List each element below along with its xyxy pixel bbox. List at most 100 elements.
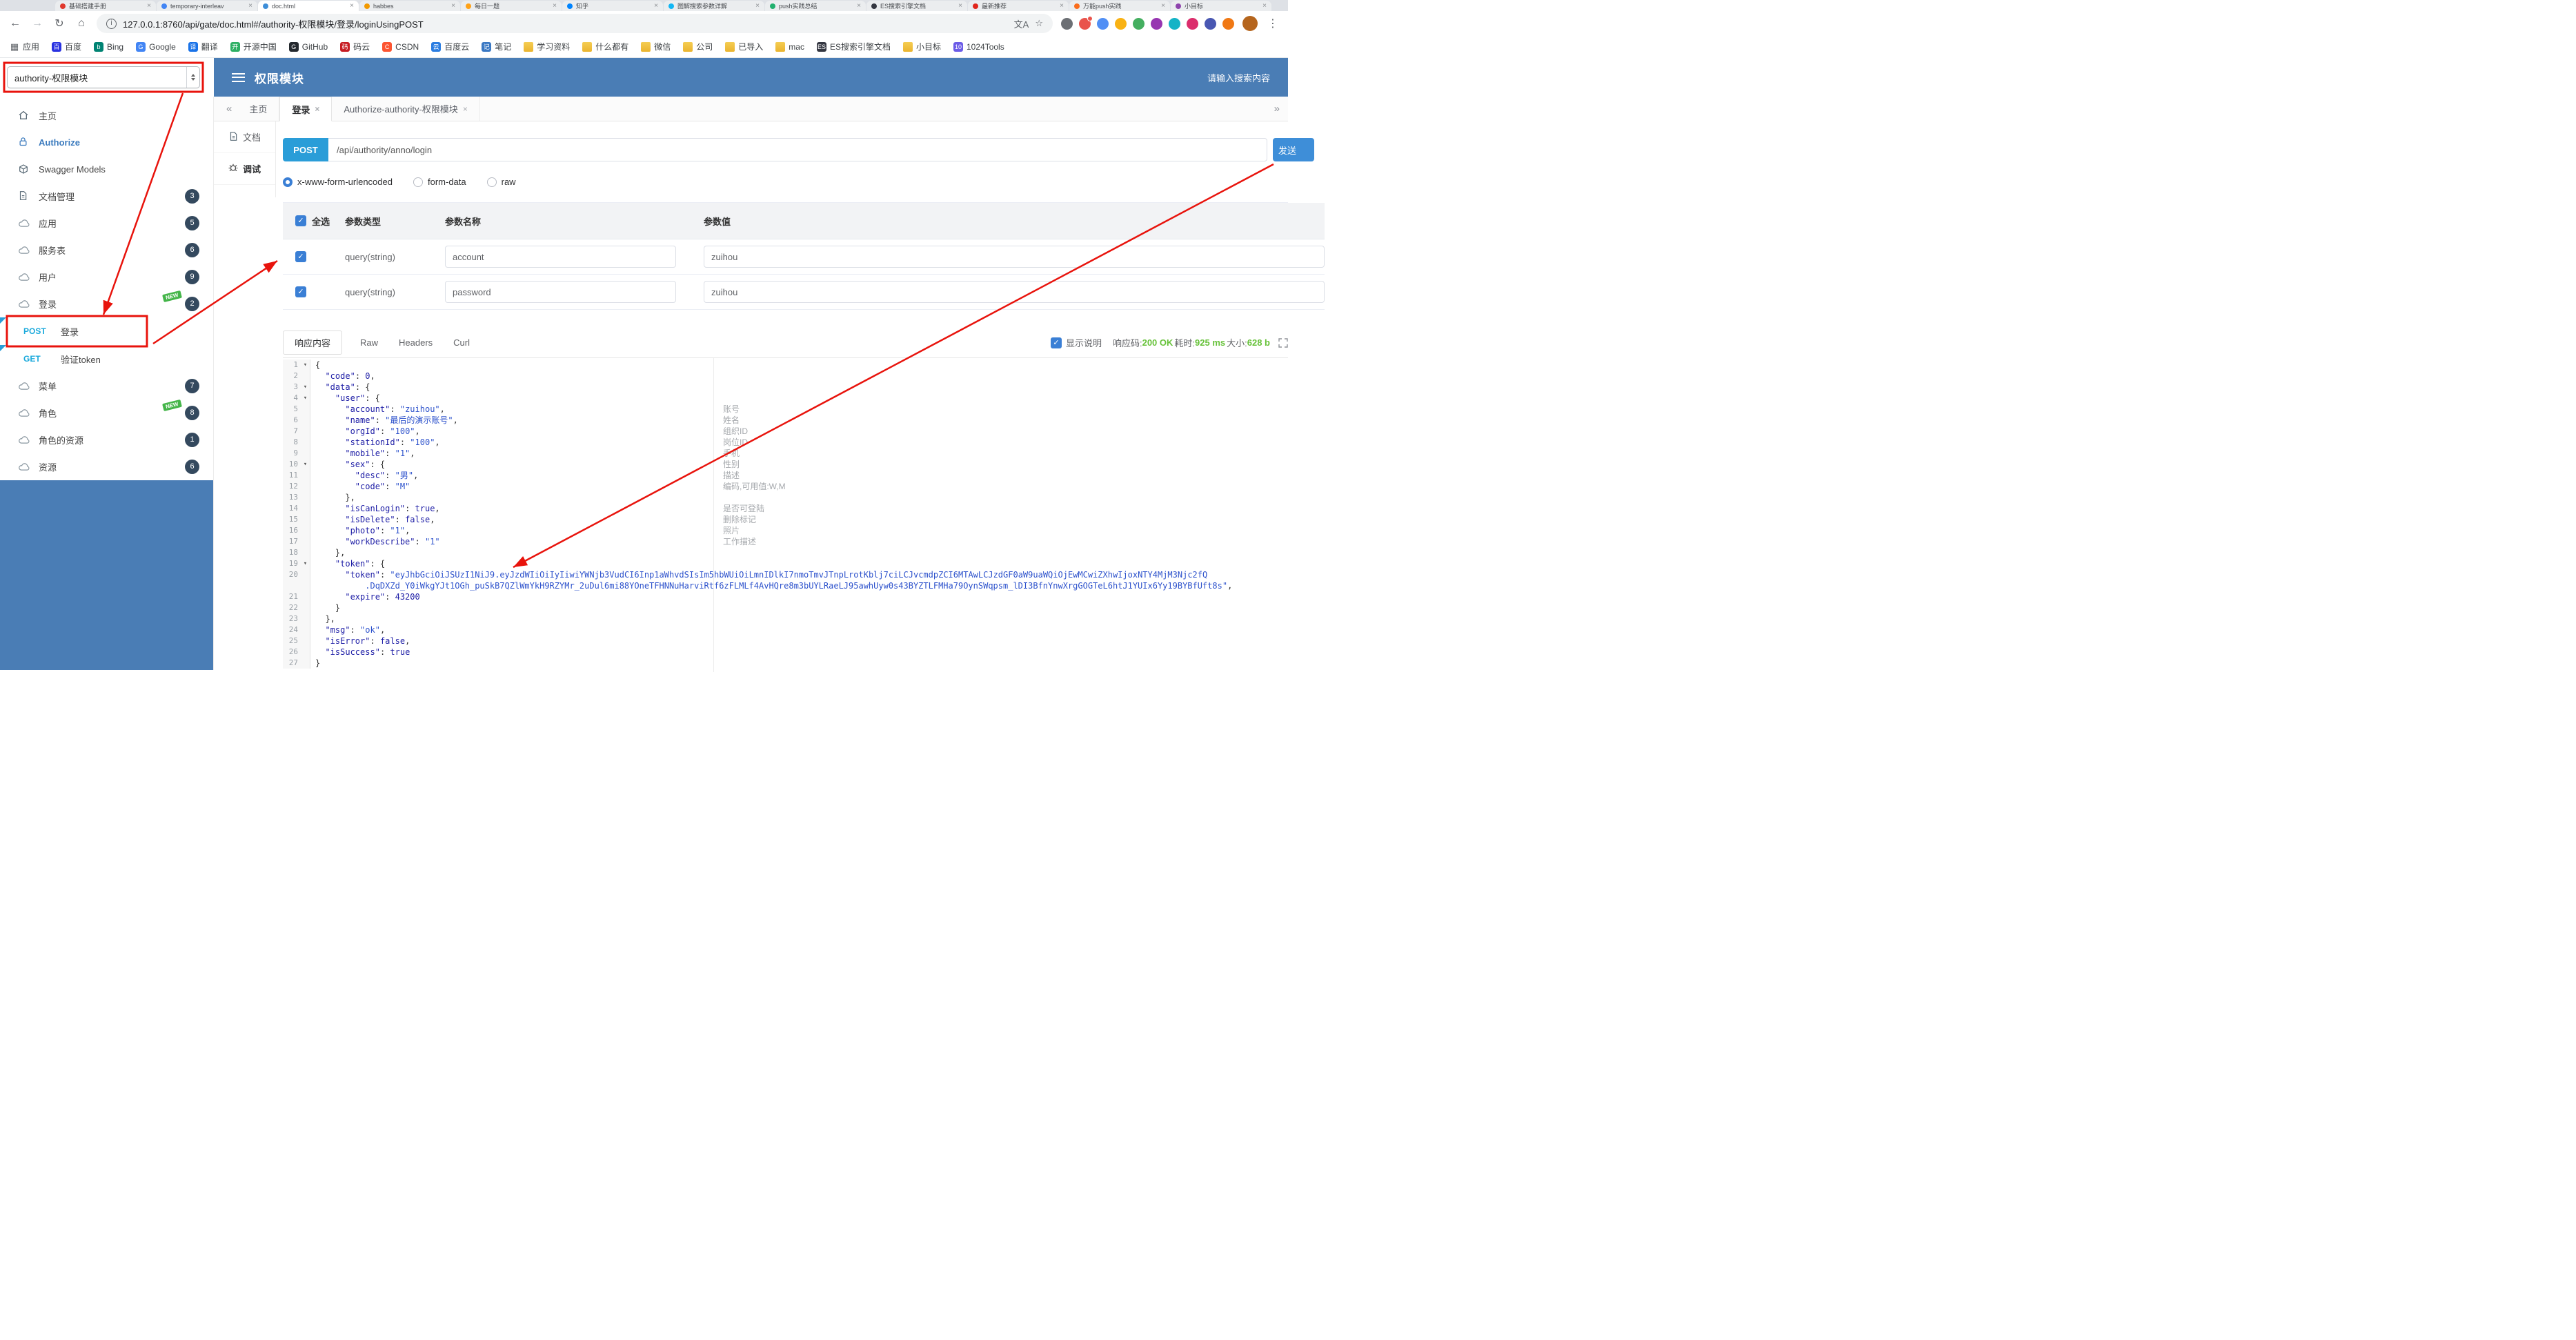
browser-tab[interactable]: 图解搜索参数详解 × [664,1,764,11]
row-checkbox[interactable]: ✓ [295,251,306,262]
tab-close-icon[interactable]: × [350,2,354,10]
sidebar-item-用户[interactable]: 用户 9 [0,264,213,290]
main-tab-主页[interactable]: 主页 [237,97,280,121]
bookmark-item[interactable]: 云百度云 [431,41,469,52]
content-type-radio-x-www-form-urlencoded[interactable]: x-www-form-urlencoded [283,177,393,187]
bookmark-star-icon[interactable]: ☆ [1035,18,1043,29]
fold-icon[interactable]: ▾ [301,393,310,404]
sidebar-item-Authorize[interactable]: Authorize [0,129,213,156]
extension-icon[interactable] [1061,17,1073,30]
browser-tab[interactable]: doc.html × [258,1,359,11]
tab-close-icon[interactable]: × [553,2,557,10]
bookmark-item[interactable]: 记笔记 [482,41,511,52]
extension-icon[interactable] [1133,17,1145,30]
fold-icon[interactable]: ▾ [301,459,310,470]
response-code-editor[interactable]: 1 ▾{2 "code": 0, 3 ▾ "data": {4 ▾ "user": {5… [283,357,1288,672]
row-checkbox[interactable]: ✓ [295,286,306,297]
bookmark-item[interactable]: ▦ 应用 [10,41,39,52]
sidebar-item-角色[interactable]: 角色 NEW 8 [0,399,213,426]
header-search-input[interactable]: 请输入搜索内容 [1207,71,1270,84]
response-tab-响应内容[interactable]: 响应内容 [283,331,343,355]
fold-icon[interactable]: ▾ [301,558,310,569]
browser-tab[interactable]: push实践总结 × [765,1,866,11]
main-tab-登录[interactable]: 登录 × [279,97,333,121]
sidebar-item-菜单[interactable]: 菜单 7 [0,373,213,400]
request-url-box[interactable]: /api/authority/anno/login [328,138,1267,161]
doc-tab-文档[interactable]: 文档 [214,121,275,153]
extension-icon[interactable] [1205,17,1216,30]
bookmark-item[interactable]: b Bing [94,41,123,52]
extension-icon[interactable] [1115,17,1127,30]
tab-close-icon[interactable]: × [315,104,319,114]
bookmark-item[interactable]: 百百度 [52,41,81,52]
param-name-input[interactable] [445,246,676,268]
response-tab-Curl[interactable]: Curl [453,333,470,353]
extension-icon[interactable] [1169,17,1180,30]
bookmark-item[interactable]: mac [775,41,804,52]
site-info-icon[interactable]: i [106,18,117,29]
tab-close-icon[interactable]: × [451,2,455,10]
select-all-checkbox[interactable]: ✓ [295,215,306,226]
content-type-radio-raw[interactable]: raw [486,177,516,187]
fold-icon[interactable]: ▾ [301,359,310,371]
sidebar-item-主页[interactable]: 主页 [0,102,213,129]
browser-tab[interactable]: 万能push实践 × [1069,1,1170,11]
browser-tab[interactable]: 知乎 × [562,1,663,11]
bookmark-item[interactable]: 码码云 [340,41,370,52]
tab-close-icon[interactable]: × [147,2,151,10]
project-select[interactable]: authority-权限模块 [7,66,200,88]
send-button[interactable]: 发送 [1273,138,1314,161]
url-bar[interactable]: i 127.0.0.1:8760/api/gate/doc.html#/auth… [97,14,1053,33]
bookmark-item[interactable]: G Google [136,41,176,52]
bookmark-item[interactable]: 公司 [683,41,713,52]
tab-close-icon[interactable]: × [463,104,468,114]
bookmark-item[interactable]: 已导入 [725,41,763,52]
sidebar-item-服务表[interactable]: 服务表 6 [0,237,213,264]
browser-tab[interactable]: 基础搭建手册 × [55,1,156,11]
tab-close-icon[interactable]: × [857,2,861,10]
content-type-radio-form-data[interactable]: form-data [413,177,466,187]
sidebar-api-get-验证token[interactable]: GET 验证token [0,345,213,373]
hamburger-icon[interactable] [232,72,245,82]
sidebar-item-文档管理[interactable]: 文档管理 3 [0,183,213,210]
sidebar-item-资源[interactable]: 资源 6 [0,453,213,480]
browser-tab[interactable]: ES搜索引擎文档 × [866,1,967,11]
sidebar-item-Swagger Models[interactable]: Swagger Models [0,156,213,183]
sidebar-item-登录[interactable]: 登录 NEW 2 [0,290,213,317]
response-tab-Headers[interactable]: Headers [399,333,433,353]
sidebar-item-应用[interactable]: 应用 5 [0,210,213,237]
extension-icon[interactable] [1079,15,1093,30]
back-icon[interactable]: ← [8,17,22,30]
main-tab-Authorize-authority-权限模块[interactable]: Authorize-authority-权限模块 × [332,97,480,121]
show-desc-checkbox[interactable]: ✓ [1050,337,1062,348]
param-value-input[interactable] [704,281,1325,303]
bookmark-item[interactable]: 学习资料 [524,41,570,52]
bookmark-item[interactable]: 什么都有 [582,41,628,52]
bookmark-item[interactable]: 小目标 [902,41,941,52]
param-value-input[interactable] [704,246,1325,268]
fullscreen-icon[interactable] [1278,337,1288,348]
tabs-expand-icon[interactable]: » [1269,103,1288,115]
extension-icon[interactable] [1151,17,1162,30]
reload-icon[interactable]: ↻ [52,17,66,30]
bookmark-item[interactable]: C CSDN [382,41,419,52]
sidebar-item-角色的资源[interactable]: 角色的资源 1 [0,426,213,453]
browser-menu-icon[interactable]: ⋮ [1266,17,1280,30]
tab-close-icon[interactable]: × [1262,2,1267,10]
fold-icon[interactable]: ▾ [301,382,310,393]
response-tab-Raw[interactable]: Raw [360,333,378,353]
param-name-input[interactable] [445,281,676,303]
browser-tab[interactable]: habbes × [359,1,460,11]
bookmark-item[interactable]: 译翻译 [188,41,218,52]
home-icon[interactable]: ⌂ [75,17,88,30]
browser-tab[interactable]: temporary-interleav × [157,1,257,11]
bookmark-item[interactable]: 微信 [641,41,671,52]
tab-close-icon[interactable]: × [248,2,252,10]
forward-icon[interactable]: → [30,17,44,30]
sidebar-api-post-登录[interactable]: POST 登录 [0,317,213,345]
bookmark-item[interactable]: 开开源中国 [230,41,277,52]
extension-icon[interactable] [1187,17,1198,30]
tab-close-icon[interactable]: × [654,2,658,10]
browser-tab[interactable]: 小目标 × [1171,1,1271,11]
show-desc-toggle[interactable]: ✓ 显示说明 [1050,336,1102,349]
